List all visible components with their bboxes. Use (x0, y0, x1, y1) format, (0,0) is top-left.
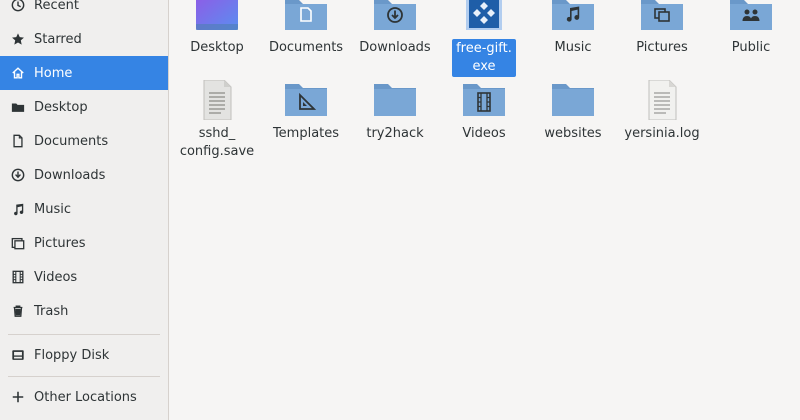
sidebar-item-label: Videos (34, 269, 78, 285)
file-name: try2hack (366, 126, 424, 141)
downloads-folder-icon (374, 0, 416, 30)
pictures-icon (10, 235, 26, 251)
desktop-folder-icon (196, 0, 238, 30)
sidebar-item-trash[interactable]: Trash (0, 294, 168, 328)
sidebar-item-home[interactable]: Home (0, 56, 168, 90)
public-folder-icon (730, 0, 772, 30)
sidebar-item-label: Other Locations (34, 389, 137, 405)
file-item-yersinia-log[interactable]: yersinia.log (618, 80, 706, 143)
film-icon (10, 269, 26, 285)
documents-folder-icon (285, 0, 327, 30)
sidebar-item-label: Downloads (34, 167, 106, 183)
file-item-desktop[interactable]: Desktop (173, 0, 261, 57)
sidebar-separator (8, 334, 160, 335)
sidebar-item-label: Desktop (34, 99, 88, 115)
file-item-downloads[interactable]: Downloads (351, 0, 439, 57)
folder-icon (374, 84, 416, 116)
floppy-disk-icon (10, 347, 26, 363)
templates-folder-icon (285, 84, 327, 116)
executable-icon (466, 0, 502, 30)
file-name: websites (544, 126, 602, 141)
file-name: Desktop (190, 40, 244, 55)
sidebar-item-label: Trash (34, 303, 69, 319)
sidebar-item-desktop[interactable]: Desktop (0, 90, 168, 124)
sidebar-item-documents[interactable]: Documents (0, 124, 168, 158)
file-name: Pictures (636, 40, 688, 55)
file-grid: Desktop Documents Downloads free-gift. e… (169, 0, 800, 420)
file-item-try2hack[interactable]: try2hack (351, 80, 439, 143)
sidebar-item-pictures[interactable]: Pictures (0, 226, 168, 260)
sidebar-item-label: Music (34, 201, 71, 217)
file-name: Documents (268, 40, 344, 55)
sidebar: Recent Starred Home Desktop Documents Do… (0, 0, 169, 420)
sidebar-item-other-locations[interactable]: Other Locations (0, 380, 168, 414)
file-item-documents[interactable]: Documents (262, 0, 350, 57)
clock-icon (10, 0, 26, 13)
text-file-icon (203, 80, 232, 120)
text-file-icon (648, 80, 677, 120)
file-name: Downloads (359, 40, 431, 55)
file-item-templates[interactable]: Templates (262, 80, 350, 143)
file-name: Music (554, 40, 592, 55)
file-item-pictures[interactable]: Pictures (618, 0, 706, 57)
plus-icon (10, 389, 26, 405)
sidebar-item-starred[interactable]: Starred (0, 22, 168, 56)
sidebar-item-label: Starred (34, 31, 82, 47)
music-folder-icon (552, 0, 594, 30)
file-item-websites[interactable]: websites (529, 80, 617, 143)
sidebar-item-music[interactable]: Music (0, 192, 168, 226)
file-item-videos[interactable]: Videos (440, 80, 528, 143)
sidebar-item-recent[interactable]: Recent (0, 0, 168, 22)
file-name: Templates (272, 126, 340, 141)
sidebar-item-label: Pictures (34, 235, 86, 251)
folder-icon (552, 84, 594, 116)
sidebar-item-videos[interactable]: Videos (0, 260, 168, 294)
file-name: yersinia.log (624, 126, 700, 141)
sidebar-separator (8, 376, 160, 377)
document-icon (10, 133, 26, 149)
file-item-music[interactable]: Music (529, 0, 617, 57)
file-name: Public (731, 40, 771, 55)
sidebar-item-downloads[interactable]: Downloads (0, 158, 168, 192)
file-item-sshd-config-save[interactable]: sshd_ config.save (173, 80, 261, 161)
trash-icon (10, 303, 26, 319)
desktop-icon (10, 99, 26, 115)
file-item-public[interactable]: Public (707, 0, 795, 57)
sidebar-item-label: Recent (34, 0, 79, 13)
videos-folder-icon (463, 84, 505, 116)
star-icon (10, 31, 26, 47)
file-name: free-gift. exe (452, 39, 516, 77)
music-note-icon (10, 201, 26, 217)
file-item-free-gift-exe[interactable]: free-gift. exe (440, 0, 528, 77)
sidebar-item-label: Home (34, 65, 73, 81)
download-icon (10, 167, 26, 183)
home-icon (10, 65, 26, 81)
file-name: sshd_ config.save (179, 126, 255, 159)
sidebar-item-label: Documents (34, 133, 109, 149)
file-name: Videos (462, 126, 506, 141)
sidebar-item-label: Floppy Disk (34, 347, 110, 363)
pictures-folder-icon (641, 0, 683, 30)
sidebar-item-floppy-disk[interactable]: Floppy Disk (0, 338, 168, 372)
